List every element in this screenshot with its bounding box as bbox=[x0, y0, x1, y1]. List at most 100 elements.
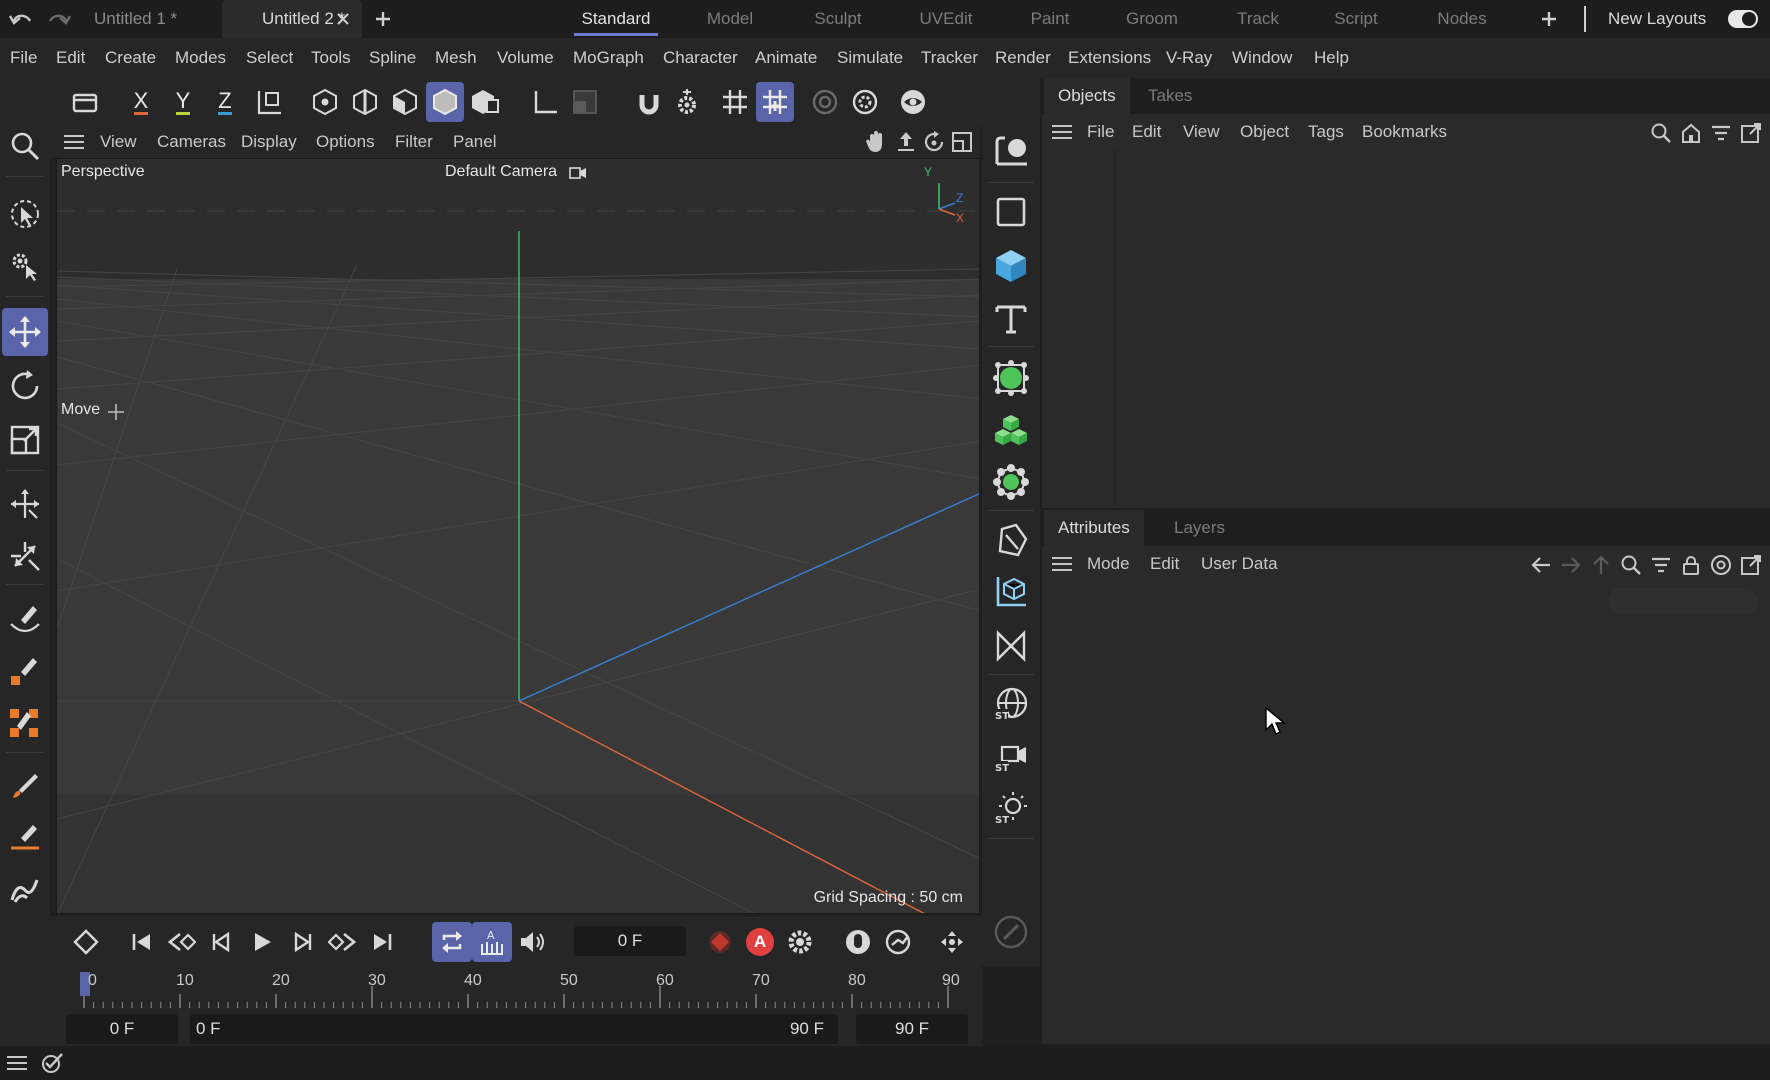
attributes-menu-edit[interactable]: Edit bbox=[1150, 546, 1179, 582]
previous-frame-button[interactable] bbox=[202, 922, 242, 962]
menu-spline[interactable]: Spline bbox=[369, 38, 416, 78]
filter-icon[interactable] bbox=[1650, 554, 1672, 576]
go-to-end-button[interactable] bbox=[362, 922, 402, 962]
redo-icon[interactable] bbox=[46, 8, 72, 30]
menu-render[interactable]: Render bbox=[995, 38, 1051, 78]
view-visibility-button[interactable] bbox=[894, 82, 932, 122]
menu-extensions[interactable]: Extensions bbox=[1068, 38, 1151, 78]
open-new-window-icon[interactable] bbox=[1740, 122, 1762, 144]
status-menu-icon[interactable] bbox=[6, 1054, 28, 1072]
effector-button[interactable] bbox=[986, 456, 1036, 508]
spline-pen-button[interactable] bbox=[2, 814, 48, 862]
objects-menu-view[interactable]: View bbox=[1183, 114, 1220, 150]
filter-icon[interactable] bbox=[1710, 122, 1732, 144]
coordinate-system-button[interactable] bbox=[250, 82, 288, 122]
menu-modes[interactable]: Modes bbox=[175, 38, 226, 78]
start-frame-field[interactable]: 0 F bbox=[66, 1014, 178, 1044]
play-forward-button[interactable] bbox=[242, 922, 282, 962]
menu-tools[interactable]: Tools bbox=[311, 38, 351, 78]
timeline-ruler[interactable]: 0 10 20 30 40 50 60 70 80 90 bbox=[76, 972, 980, 1010]
points-mode-button[interactable] bbox=[306, 82, 344, 122]
menu-file[interactable]: File bbox=[10, 38, 37, 78]
viewport-hamburger-icon[interactable] bbox=[62, 132, 86, 152]
up-arrow-icon[interactable] bbox=[1590, 554, 1612, 576]
render-settings-button[interactable] bbox=[846, 82, 884, 122]
enable-snap-button[interactable] bbox=[630, 82, 668, 122]
rotate-tool-button[interactable] bbox=[2, 362, 48, 410]
tab-attributes[interactable]: Attributes bbox=[1044, 510, 1144, 546]
attributes-menu-user-data[interactable]: User Data bbox=[1201, 546, 1278, 582]
objects-menu-bookmarks[interactable]: Bookmarks bbox=[1362, 114, 1447, 150]
menu-character[interactable]: Character bbox=[663, 38, 738, 78]
tab-objects[interactable]: Objects bbox=[1044, 78, 1130, 114]
objects-menu-edit[interactable]: Edit bbox=[1132, 114, 1161, 150]
viewport-menu-view[interactable]: View bbox=[100, 126, 137, 158]
pan-hand-icon[interactable] bbox=[864, 130, 888, 154]
perspective-viewport[interactable]: Perspective Default Camera Move Y Z X Gr… bbox=[56, 158, 980, 914]
tab-takes[interactable]: Takes bbox=[1134, 78, 1206, 114]
menu-edit[interactable]: Edit bbox=[56, 38, 85, 78]
light-button[interactable]: ST bbox=[986, 782, 1036, 834]
model-mode-button[interactable] bbox=[426, 82, 464, 122]
home-icon[interactable] bbox=[1680, 122, 1702, 144]
render-view-button[interactable] bbox=[806, 82, 844, 122]
objects-menu-file[interactable]: File bbox=[1087, 114, 1114, 150]
search-icon[interactable] bbox=[1620, 554, 1642, 576]
animation-mode-button[interactable]: A bbox=[472, 922, 512, 962]
checkmark-circle-icon[interactable] bbox=[40, 1052, 64, 1074]
keyframe-settings-button[interactable] bbox=[780, 922, 820, 962]
target-icon[interactable] bbox=[1710, 554, 1732, 576]
undo-icon[interactable] bbox=[8, 8, 34, 30]
lock-x-axis-button[interactable]: X bbox=[122, 82, 160, 122]
layout-tab-sculpt[interactable]: Sculpt bbox=[798, 0, 878, 38]
edit-render-settings-button[interactable] bbox=[986, 906, 1036, 958]
end-frame-field[interactable]: 90 F bbox=[856, 1014, 968, 1044]
document-tab-untitled-1[interactable]: Untitled 1 * bbox=[84, 0, 220, 38]
deformer-button[interactable] bbox=[986, 514, 1036, 566]
viewport-menu-options[interactable]: Options bbox=[316, 126, 375, 158]
field-button[interactable] bbox=[986, 566, 1036, 618]
attributes-search-field[interactable] bbox=[1608, 588, 1758, 614]
select-tool-button[interactable] bbox=[2, 190, 48, 238]
objects-hamburger-icon[interactable] bbox=[1050, 122, 1074, 142]
menu-tracker[interactable]: Tracker bbox=[921, 38, 978, 78]
null-object-button[interactable] bbox=[986, 126, 1036, 178]
solo-mode-button[interactable] bbox=[566, 82, 604, 122]
grid-snap-button[interactable] bbox=[716, 82, 754, 122]
menu-simulate[interactable]: Simulate bbox=[837, 38, 903, 78]
move-camera-icon[interactable] bbox=[894, 130, 918, 154]
knife-tool-button[interactable] bbox=[2, 594, 48, 642]
back-arrow-icon[interactable] bbox=[1530, 554, 1552, 576]
next-key-button[interactable] bbox=[322, 922, 362, 962]
viewport-menu-cameras[interactable]: Cameras bbox=[157, 126, 226, 158]
add-layout-icon[interactable] bbox=[1540, 10, 1558, 28]
menu-create[interactable]: Create bbox=[105, 38, 156, 78]
lock-icon[interactable] bbox=[1680, 554, 1702, 576]
polygons-mode-button[interactable] bbox=[386, 82, 424, 122]
spline-smooth-button[interactable] bbox=[2, 866, 48, 914]
maximize-viewport-icon[interactable] bbox=[950, 130, 974, 154]
texture-mode-button[interactable] bbox=[466, 82, 504, 122]
layout-tab-standard[interactable]: Standard bbox=[574, 0, 658, 38]
tweak-tool-button[interactable] bbox=[2, 242, 48, 290]
new-layouts-toggle[interactable] bbox=[1728, 10, 1758, 28]
cloner-button[interactable] bbox=[986, 404, 1036, 456]
last-tool-button[interactable] bbox=[66, 82, 104, 122]
menu-window[interactable]: Window bbox=[1232, 38, 1292, 78]
current-frame-field[interactable]: 0 F bbox=[574, 926, 686, 956]
layout-tab-groom[interactable]: Groom bbox=[1112, 0, 1192, 38]
transfer-tool-button[interactable] bbox=[2, 480, 48, 528]
layout-tab-script[interactable]: Script bbox=[1316, 0, 1396, 38]
workplane-snap-button[interactable] bbox=[756, 82, 794, 122]
search-icon[interactable] bbox=[1650, 122, 1672, 144]
layout-tab-track[interactable]: Track bbox=[1218, 0, 1298, 38]
move-tool-button[interactable] bbox=[2, 308, 48, 356]
timeline-options-button[interactable] bbox=[932, 922, 972, 962]
layout-tab-nodes[interactable]: Nodes bbox=[1422, 0, 1502, 38]
layout-tab-paint[interactable]: Paint bbox=[1010, 0, 1090, 38]
motion-system-button[interactable] bbox=[838, 922, 878, 962]
loop-button[interactable] bbox=[432, 922, 472, 962]
menu-volume[interactable]: Volume bbox=[497, 38, 554, 78]
text-spline-button[interactable] bbox=[986, 292, 1036, 344]
go-to-start-button[interactable] bbox=[122, 922, 162, 962]
